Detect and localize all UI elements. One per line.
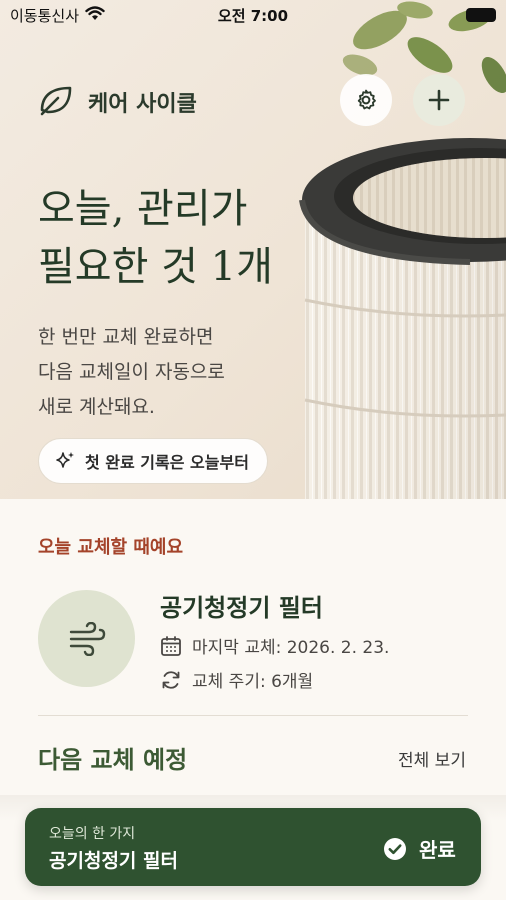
see-all-link[interactable]: 전체 보기 — [398, 746, 466, 771]
settings-button[interactable] — [340, 74, 392, 126]
today-task-card[interactable]: 공기청정기 필터 마지막 교체: 2026. 2. 23. 교체 주기: 6개월 — [38, 585, 468, 695]
leaf-icon — [40, 86, 72, 116]
action-bar-caption: 오늘의 한 가지 — [49, 826, 136, 842]
sparkle-icon — [56, 452, 74, 468]
item-name: 공기청정기 필터 — [160, 594, 323, 622]
complete-button-label: 완료 — [419, 838, 456, 862]
hero-section: 이동통신사 오전 7:00 케어 사이클 오늘, 관리가 필요한 것 1개 한 … — [0, 0, 506, 499]
status-bar: 이동통신사 오전 7:00 — [0, 0, 506, 30]
gear-icon — [357, 89, 376, 110]
hero-description-line-3: 새로 계산돼요. — [38, 396, 155, 418]
cycle-text: 교체 주기: 6개월 — [192, 672, 314, 692]
last-replaced-row: 마지막 교체: 2026. 2. 23. — [160, 633, 389, 658]
cycle-row: 교체 주기: 6개월 — [160, 667, 313, 692]
calendar-icon — [161, 635, 181, 656]
refresh-icon — [162, 670, 180, 689]
check-circle-icon — [384, 837, 406, 860]
app-title: 케어 사이클 — [88, 92, 197, 117]
last-replaced-text: 마지막 교체: 2026. 2. 23. — [192, 638, 390, 658]
complete-button[interactable]: 완료 — [383, 834, 456, 863]
upcoming-section-title: 다음 교체 예정 — [38, 746, 188, 774]
hero-heading-line-2: 필요한 것 1개 — [38, 244, 273, 290]
hero-heading-line-1: 오늘, 관리가 — [38, 186, 248, 232]
action-bar-item: 공기청정기 필터 — [49, 850, 178, 872]
plus-icon — [428, 89, 450, 111]
section-divider — [38, 715, 468, 716]
item-avatar — [38, 590, 135, 687]
clock-time: 오전 7:00 — [217, 7, 289, 25]
battery-icon — [466, 8, 496, 22]
chip-label: 첫 완료 기록은 오늘부터 — [85, 453, 249, 472]
hero-heading: 오늘, 관리가 필요한 것 1개 — [38, 180, 338, 296]
hero-description: 한 번만 교체 완료하면 다음 교체일이 자동으로 새로 계산돼요. — [38, 320, 308, 425]
wind-icon — [69, 621, 105, 656]
today-section-label: 오늘 교체할 때예요 — [38, 537, 184, 558]
first-record-chip[interactable]: 첫 완료 기록은 오늘부터 — [38, 438, 268, 484]
hero-description-line-1: 한 번만 교체 완료하면 — [38, 326, 214, 348]
today-action-bar: 오늘의 한 가지 공기청정기 필터 완료 — [25, 808, 481, 886]
hero-description-line-2: 다음 교체일이 자동으로 — [38, 361, 225, 383]
add-item-button[interactable] — [413, 74, 465, 126]
